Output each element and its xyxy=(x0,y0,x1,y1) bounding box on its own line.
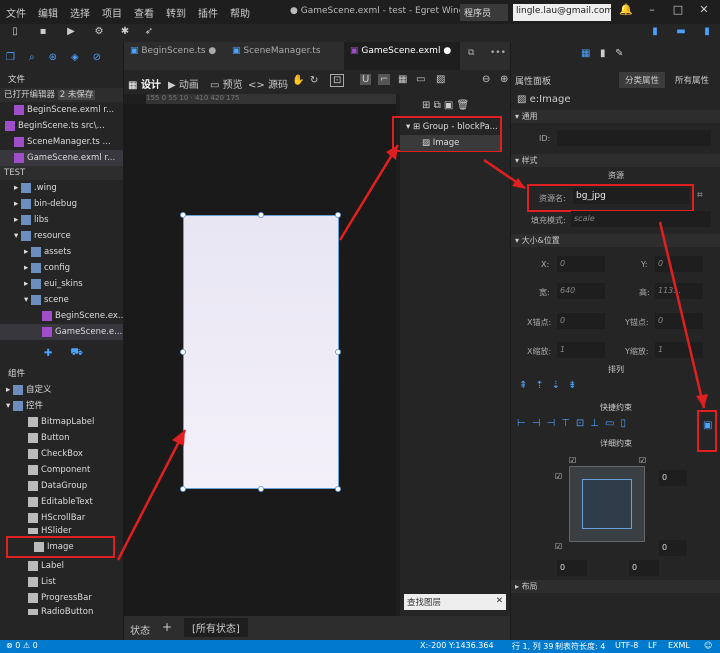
annotation-arrow xyxy=(658,221,706,409)
annotation-arrow xyxy=(116,429,187,561)
annotation-arrow xyxy=(338,144,400,241)
arrowhead-icon xyxy=(696,394,708,408)
arrowhead-icon xyxy=(386,145,398,160)
annotation-overlay xyxy=(116,144,708,561)
